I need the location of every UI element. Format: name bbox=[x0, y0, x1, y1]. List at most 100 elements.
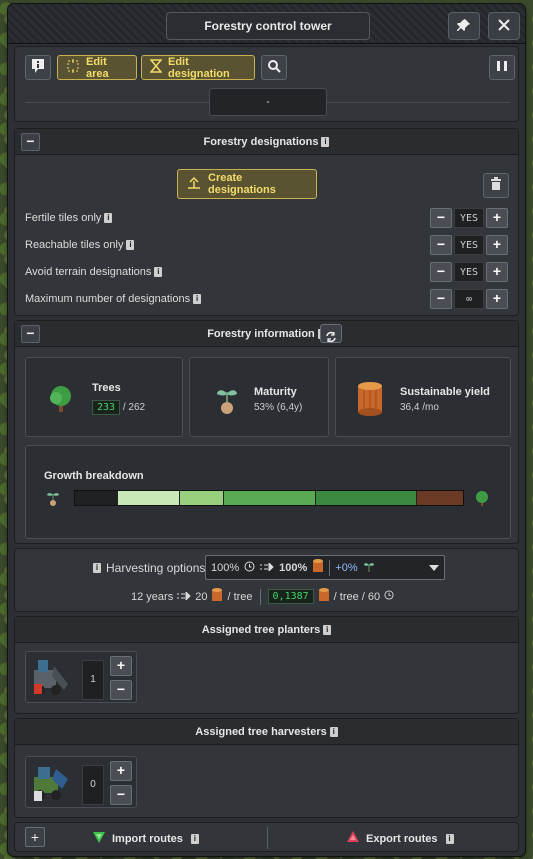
edit-designation-button[interactable]: Edit designation bbox=[141, 55, 255, 80]
option-value: YES bbox=[454, 235, 484, 255]
edit-designation-label: Edit designation bbox=[168, 55, 230, 80]
tree-planter-vehicle-icon bbox=[30, 656, 74, 703]
remove-planter-button[interactable]: − bbox=[110, 680, 132, 700]
log-icon bbox=[312, 558, 324, 577]
planter-slot[interactable]: 1 + − bbox=[25, 651, 137, 703]
clock-icon bbox=[244, 561, 255, 575]
selected-entity-display[interactable]: - bbox=[209, 88, 327, 116]
decrease-button[interactable]: − bbox=[430, 208, 452, 228]
add-harvester-button[interactable]: + bbox=[110, 761, 132, 781]
pin-button[interactable] bbox=[448, 12, 480, 40]
notes-button[interactable] bbox=[25, 55, 51, 80]
refresh-button[interactable] bbox=[320, 324, 342, 343]
search-button[interactable] bbox=[261, 55, 287, 80]
growth-bar bbox=[74, 490, 464, 506]
option-stepper: − YES + bbox=[430, 208, 508, 228]
trees-count-row: 233 / 262 bbox=[92, 400, 145, 415]
harvesting-section: i Harvesting options: 100% 100% +0% 12 y… bbox=[14, 548, 519, 612]
info-icon[interactable]: i bbox=[323, 625, 332, 636]
tree-icon bbox=[46, 384, 76, 417]
tree-harvester-vehicle-icon bbox=[30, 761, 74, 808]
planters-title: Assigned tree planters bbox=[201, 624, 321, 636]
planters-header: Assigned tree planters i bbox=[15, 617, 518, 643]
import-icon bbox=[91, 830, 107, 847]
yield-value: 36,4 /mo bbox=[400, 402, 439, 413]
harvesters-title: Assigned tree harvesters bbox=[195, 726, 327, 738]
divider bbox=[329, 559, 331, 576]
harvester-slot[interactable]: 0 + − bbox=[25, 756, 137, 808]
growth-segment bbox=[316, 491, 418, 505]
area-select-icon bbox=[66, 59, 80, 76]
remove-harvester-button[interactable]: − bbox=[110, 785, 132, 805]
close-button[interactable] bbox=[488, 12, 520, 40]
add-planter-button[interactable]: + bbox=[110, 656, 132, 676]
option-label: Fertile tiles only i bbox=[25, 212, 113, 224]
info-icon[interactable]: i bbox=[154, 267, 163, 278]
growth-title: Growth breakdown bbox=[44, 470, 144, 482]
left-percent: 100% bbox=[211, 561, 240, 574]
info-icon[interactable]: i bbox=[193, 294, 202, 305]
close-icon bbox=[497, 18, 511, 35]
toolbar-section: Edit area Edit designation - bbox=[14, 46, 519, 122]
sapling-icon bbox=[214, 384, 240, 417]
per-tree-label: / tree bbox=[227, 590, 253, 603]
harvesting-dropdown[interactable]: 100% 100% +0% bbox=[205, 555, 445, 580]
info-icon[interactable]: i bbox=[126, 240, 135, 251]
collapse-button[interactable]: − bbox=[21, 133, 40, 151]
log-icon bbox=[211, 587, 223, 606]
create-designations-button[interactable]: Create designations bbox=[177, 169, 317, 199]
harvesters-section: Assigned tree harvesters i 0 + − bbox=[14, 718, 519, 818]
information-title: Forestry information bbox=[207, 328, 315, 340]
growth-segment bbox=[417, 491, 463, 505]
bonus-value: +0% bbox=[335, 561, 358, 574]
planters-section: Assigned tree planters i 1 + − bbox=[14, 616, 519, 714]
export-routes-label: Export routes bbox=[366, 832, 438, 845]
option-value: YES bbox=[454, 262, 484, 282]
tree-plant-icon bbox=[186, 176, 202, 193]
amount-value: 20 bbox=[195, 590, 208, 603]
info-icon[interactable]: i bbox=[321, 137, 330, 148]
import-routes-label: Import routes bbox=[112, 832, 183, 845]
export-routes-button[interactable]: Export routes i bbox=[345, 830, 454, 847]
delete-button[interactable] bbox=[483, 173, 509, 198]
increase-button[interactable]: + bbox=[486, 208, 508, 228]
pause-button[interactable] bbox=[489, 55, 515, 80]
info-icon[interactable]: i bbox=[93, 563, 101, 573]
add-route-button[interactable]: + bbox=[25, 827, 45, 847]
designation-icon bbox=[149, 59, 163, 76]
info-icon[interactable]: i bbox=[190, 833, 199, 844]
divider bbox=[259, 588, 261, 605]
collapse-button[interactable]: − bbox=[21, 325, 40, 343]
increase-button[interactable]: + bbox=[486, 235, 508, 255]
info-icon[interactable]: i bbox=[104, 213, 113, 224]
decrease-button[interactable]: − bbox=[430, 235, 452, 255]
harvest-summary: 12 years 20 / tree 0,1387 / tree / 60 bbox=[131, 587, 394, 606]
years-value: 12 years bbox=[131, 590, 174, 603]
option-stepper: − YES + bbox=[430, 235, 508, 255]
trees-card: Trees 233 / 262 bbox=[25, 357, 183, 437]
pin-icon bbox=[457, 18, 471, 35]
clock-icon bbox=[384, 590, 394, 603]
log-icon bbox=[356, 380, 384, 419]
designations-header: − Forestry designations i bbox=[15, 129, 518, 155]
increase-button[interactable]: + bbox=[486, 262, 508, 282]
growth-segment bbox=[118, 491, 181, 505]
pause-icon bbox=[496, 60, 508, 75]
decrease-button[interactable]: − bbox=[430, 289, 452, 309]
maturity-title: Maturity bbox=[254, 386, 297, 398]
harvesters-header: Assigned tree harvesters i bbox=[15, 719, 518, 745]
yield-digital: 0,1387 bbox=[267, 589, 314, 604]
info-icon[interactable]: i bbox=[445, 833, 454, 844]
import-routes-button[interactable]: Import routes i bbox=[91, 830, 199, 847]
edit-area-button[interactable]: Edit area bbox=[57, 55, 137, 80]
option-value: YES bbox=[454, 208, 484, 228]
increase-button[interactable]: + bbox=[486, 289, 508, 309]
decrease-button[interactable]: − bbox=[430, 262, 452, 282]
yield-title: Sustainable yield bbox=[400, 386, 490, 398]
harvesting-label: Harvesting options: bbox=[106, 561, 209, 575]
tree-icon bbox=[474, 490, 490, 509]
chevron-down-icon bbox=[429, 562, 439, 574]
option-stepper: − YES + bbox=[430, 262, 508, 282]
info-icon[interactable]: i bbox=[329, 727, 338, 738]
window-title: Forestry control tower bbox=[166, 12, 370, 40]
